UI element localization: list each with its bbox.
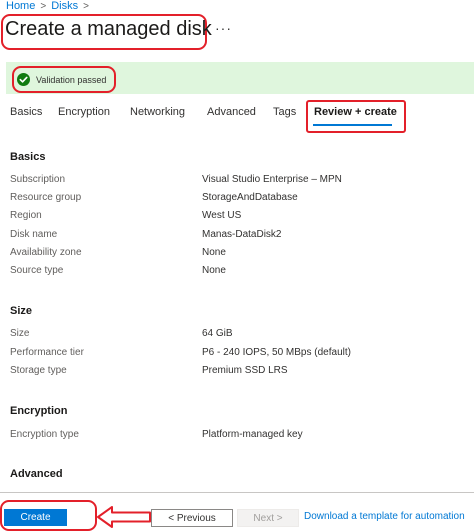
section-title-size: Size	[10, 305, 33, 317]
breadcrumb-separator: >	[83, 0, 89, 12]
field-value: None	[202, 265, 226, 276]
more-options-button[interactable]: ···	[215, 20, 232, 36]
section-title-encryption: Encryption	[10, 405, 68, 417]
field-label: Resource group	[10, 192, 82, 203]
field-value: None	[202, 247, 226, 258]
tab-basics[interactable]: Basics	[10, 106, 42, 118]
page-title: Create a managed disk	[5, 18, 212, 40]
field-value: Manas-DataDisk2	[202, 229, 282, 240]
section-title-advanced: Advanced	[10, 468, 63, 480]
breadcrumb: Home > Disks >	[6, 0, 89, 12]
section-title-basics: Basics	[10, 151, 46, 163]
previous-button[interactable]: < Previous	[151, 509, 233, 527]
download-template-link[interactable]: Download a template for automation	[304, 511, 465, 522]
tab-encryption[interactable]: Encryption	[58, 106, 110, 118]
field-label: Availability zone	[10, 247, 82, 258]
field-label: Size	[10, 328, 30, 339]
field-value: 64 GiB	[202, 328, 233, 339]
field-value: Platform-managed key	[202, 429, 303, 440]
field-value: Premium SSD LRS	[202, 365, 288, 376]
breadcrumb-disks-link[interactable]: Disks	[51, 0, 78, 12]
tab-highlight-outline	[306, 100, 406, 133]
tab-networking[interactable]: Networking	[130, 106, 185, 118]
field-label: Storage type	[10, 365, 67, 376]
field-label: Subscription	[10, 174, 66, 185]
field-label: Encryption type	[10, 429, 79, 440]
field-value: StorageAndDatabase	[202, 192, 298, 203]
field-value: Visual Studio Enterprise – MPN	[202, 174, 342, 185]
arrow-left-annotation-icon	[97, 506, 151, 528]
field-label: Disk name	[10, 229, 58, 240]
tab-tags[interactable]: Tags	[273, 106, 296, 118]
field-value: P6 - 240 IOPS, 50 MBps (default)	[202, 347, 351, 358]
breadcrumb-home-link[interactable]: Home	[6, 0, 35, 12]
next-button[interactable]: Next >	[237, 509, 299, 527]
field-value: West US	[202, 210, 242, 221]
footer-divider	[0, 492, 474, 493]
tab-advanced[interactable]: Advanced	[207, 106, 256, 118]
field-label: Source type	[10, 265, 64, 276]
field-label: Performance tier	[10, 347, 84, 358]
create-highlight-outline	[0, 500, 97, 531]
field-label: Region	[10, 210, 42, 221]
check-circle-icon	[17, 73, 30, 86]
breadcrumb-separator: >	[40, 0, 47, 12]
validation-status-text: Validation passed	[36, 75, 107, 85]
